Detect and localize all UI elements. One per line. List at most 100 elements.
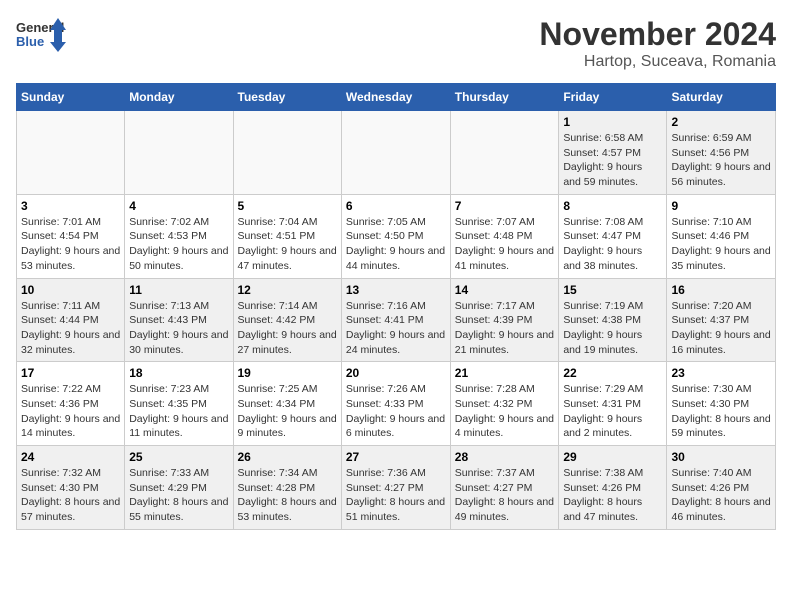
calendar-cell: 22 Sunrise: 7:29 AM Sunset: 4:31 PM Dayli… [559,362,667,446]
day-number: 8 [563,199,662,213]
day-info: Sunrise: 7:13 AM Sunset: 4:43 PM Dayligh… [129,299,228,358]
day-number: 29 [563,450,662,464]
day-info: Sunrise: 7:17 AM Sunset: 4:39 PM Dayligh… [455,299,555,358]
day-number: 15 [563,283,662,297]
day-number: 1 [563,115,662,129]
day-info: Sunrise: 7:14 AM Sunset: 4:42 PM Dayligh… [238,299,337,358]
day-info: Sunrise: 7:30 AM Sunset: 4:30 PM Dayligh… [671,382,771,441]
calendar-cell: 9 Sunrise: 7:10 AM Sunset: 4:46 PM Daylig… [667,194,776,278]
calendar-cell: 18Sunrise: 7:23 AM Sunset: 4:35 PM Dayli… [125,362,233,446]
location-title: Hartop, Suceava, Romania [539,53,776,71]
day-number: 21 [455,366,555,380]
calendar-cell: 16 Sunrise: 7:20 AM Sunset: 4:37 PM Dayli… [667,278,776,362]
calendar-cell: 4 Sunrise: 7:02 AM Sunset: 4:53 PM Daylig… [125,194,233,278]
day-number: 6 [346,199,446,213]
calendar-cell [450,111,559,195]
calendar-cell: 7 Sunrise: 7:07 AM Sunset: 4:48 PM Daylig… [450,194,559,278]
calendar-cell [233,111,341,195]
calendar-cell: 17 Sunrise: 7:22 AM Sunset: 4:36 PM Dayli… [17,362,125,446]
week-row-4: 24 Sunrise: 7:32 AM Sunset: 4:30 PM Dayli… [17,446,776,530]
day-info: Sunrise: 7:33 AM Sunset: 4:29 PM Dayligh… [129,466,228,525]
calendar-cell: 20 Sunrise: 7:26 AM Sunset: 4:33 PM Dayli… [341,362,450,446]
day-number: 10 [21,283,120,297]
week-row-2: 10 Sunrise: 7:11 AM Sunset: 4:44 PM Dayli… [17,278,776,362]
day-number: 25 [129,450,228,464]
calendar-cell: 8 Sunrise: 7:08 AM Sunset: 4:47 PM Daylig… [559,194,667,278]
week-row-3: 17 Sunrise: 7:22 AM Sunset: 4:36 PM Dayli… [17,362,776,446]
day-info: Sunrise: 7:04 AM Sunset: 4:51 PM Dayligh… [238,215,337,274]
day-info: Sunrise: 7:25 AM Sunset: 4:34 PM Dayligh… [238,382,337,441]
svg-text:Blue: Blue [16,34,44,49]
day-info: Sunrise: 7:22 AM Sunset: 4:36 PM Dayligh… [21,382,120,441]
day-number: 16 [671,283,771,297]
day-number: 20 [346,366,446,380]
day-number: 4 [129,199,228,213]
day-info: Sunrise: 6:58 AM Sunset: 4:57 PM Dayligh… [563,131,662,190]
day-info: Sunrise: 7:28 AM Sunset: 4:32 PM Dayligh… [455,382,555,441]
calendar-cell: 11Sunrise: 7:13 AM Sunset: 4:43 PM Dayli… [125,278,233,362]
day-number: 9 [671,199,771,213]
day-info: Sunrise: 7:16 AM Sunset: 4:41 PM Dayligh… [346,299,446,358]
calendar-cell: 6 Sunrise: 7:05 AM Sunset: 4:50 PM Daylig… [341,194,450,278]
day-number: 24 [21,450,120,464]
calendar-cell: 2 Sunrise: 6:59 AM Sunset: 4:56 PM Daylig… [667,111,776,195]
day-number: 5 [238,199,337,213]
day-number: 2 [671,115,771,129]
weekday-header-saturday: Saturday [667,84,776,111]
day-number: 13 [346,283,446,297]
weekday-header-wednesday: Wednesday [341,84,450,111]
day-number: 28 [455,450,555,464]
day-info: Sunrise: 7:19 AM Sunset: 4:38 PM Dayligh… [563,299,662,358]
day-info: Sunrise: 7:05 AM Sunset: 4:50 PM Dayligh… [346,215,446,274]
day-info: Sunrise: 7:36 AM Sunset: 4:27 PM Dayligh… [346,466,446,525]
calendar-cell: 27Sunrise: 7:36 AM Sunset: 4:27 PM Dayli… [341,446,450,530]
calendar-cell: 14 Sunrise: 7:17 AM Sunset: 4:39 PM Dayli… [450,278,559,362]
header: General Blue November 2024 Hartop, Sucea… [16,16,776,71]
day-info: Sunrise: 7:11 AM Sunset: 4:44 PM Dayligh… [21,299,120,358]
day-info: Sunrise: 7:38 AM Sunset: 4:26 PM Dayligh… [563,466,662,525]
day-number: 12 [238,283,337,297]
day-info: Sunrise: 7:37 AM Sunset: 4:27 PM Dayligh… [455,466,555,525]
calendar-cell [17,111,125,195]
calendar-cell: 26Sunrise: 7:34 AM Sunset: 4:28 PM Dayli… [233,446,341,530]
day-number: 7 [455,199,555,213]
day-info: Sunrise: 7:40 AM Sunset: 4:26 PM Dayligh… [671,466,771,525]
day-info: Sunrise: 6:59 AM Sunset: 4:56 PM Dayligh… [671,131,771,190]
day-info: Sunrise: 7:08 AM Sunset: 4:47 PM Dayligh… [563,215,662,274]
day-info: Sunrise: 7:07 AM Sunset: 4:48 PM Dayligh… [455,215,555,274]
calendar-cell: 15 Sunrise: 7:19 AM Sunset: 4:38 PM Dayli… [559,278,667,362]
day-info: Sunrise: 7:20 AM Sunset: 4:37 PM Dayligh… [671,299,771,358]
calendar-cell: 29 Sunrise: 7:38 AM Sunset: 4:26 PM Dayli… [559,446,667,530]
day-number: 17 [21,366,120,380]
weekday-header-monday: Monday [125,84,233,111]
logo-svg: General Blue [16,16,66,61]
calendar-cell: 23Sunrise: 7:30 AM Sunset: 4:30 PM Dayli… [667,362,776,446]
calendar-cell [341,111,450,195]
calendar-table: SundayMondayTuesdayWednesdayThursdayFrid… [16,83,776,530]
day-number: 22 [563,366,662,380]
day-info: Sunrise: 7:10 AM Sunset: 4:46 PM Dayligh… [671,215,771,274]
weekday-header-friday: Friday [559,84,667,111]
calendar-cell: 30Sunrise: 7:40 AM Sunset: 4:26 PM Dayli… [667,446,776,530]
calendar-cell: 10 Sunrise: 7:11 AM Sunset: 4:44 PM Dayli… [17,278,125,362]
day-info: Sunrise: 7:26 AM Sunset: 4:33 PM Dayligh… [346,382,446,441]
day-info: Sunrise: 7:32 AM Sunset: 4:30 PM Dayligh… [21,466,120,525]
week-row-1: 3 Sunrise: 7:01 AM Sunset: 4:54 PM Daylig… [17,194,776,278]
logo: General Blue [16,16,66,61]
week-row-0: 1 Sunrise: 6:58 AM Sunset: 4:57 PM Daylig… [17,111,776,195]
calendar-cell: 28 Sunrise: 7:37 AM Sunset: 4:27 PM Dayli… [450,446,559,530]
weekday-header-sunday: Sunday [17,84,125,111]
calendar-cell: 19Sunrise: 7:25 AM Sunset: 4:34 PM Dayli… [233,362,341,446]
day-number: 14 [455,283,555,297]
calendar-cell: 21 Sunrise: 7:28 AM Sunset: 4:32 PM Dayli… [450,362,559,446]
title-area: November 2024 Hartop, Suceava, Romania [539,16,776,71]
month-title: November 2024 [539,16,776,53]
day-number: 3 [21,199,120,213]
day-info: Sunrise: 7:01 AM Sunset: 4:54 PM Dayligh… [21,215,120,274]
calendar-cell: 3 Sunrise: 7:01 AM Sunset: 4:54 PM Daylig… [17,194,125,278]
calendar-cell: 25 Sunrise: 7:33 AM Sunset: 4:29 PM Dayli… [125,446,233,530]
day-info: Sunrise: 7:34 AM Sunset: 4:28 PM Dayligh… [238,466,337,525]
day-info: Sunrise: 7:02 AM Sunset: 4:53 PM Dayligh… [129,215,228,274]
weekday-header-tuesday: Tuesday [233,84,341,111]
day-info: Sunrise: 7:29 AM Sunset: 4:31 PM Dayligh… [563,382,662,441]
